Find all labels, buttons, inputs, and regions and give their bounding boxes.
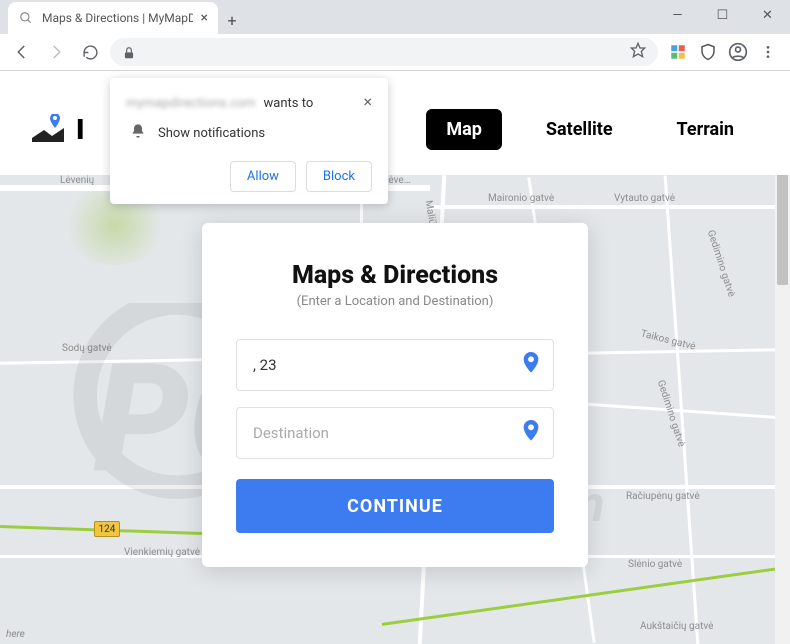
notification-origin: mymapdirections.com [126,96,256,111]
tab-close-icon[interactable]: × [201,10,208,26]
road-label: Lėvenių [60,175,94,186]
notification-wants-label: wants to [264,96,314,111]
address-bar[interactable] [110,38,658,66]
road-label: Vienkiemių gatvė [124,547,200,558]
bell-icon [130,123,146,143]
site-logo[interactable]: I [30,113,84,146]
browser-tab[interactable]: Maps & Directions | MyMapDirec × [8,2,218,34]
bookmark-star-icon[interactable] [630,42,646,62]
profile-avatar-icon[interactable] [728,42,748,62]
road-label: Maironio gatvė [488,193,554,204]
road-label: Aukštaičių gatvė [640,621,713,632]
lock-icon [122,45,136,59]
back-button[interactable] [8,38,36,66]
road-label: Vytauto gatvė [614,193,675,204]
allow-button[interactable]: Allow [230,161,296,192]
browser-toolbar [0,34,790,71]
road-label: Slėnio gatvė [628,559,682,570]
map-view-tabs: Map Satellite Terrain [426,109,754,150]
tab-terrain[interactable]: Terrain [657,109,754,150]
window-minimize-button[interactable]: — [655,0,700,30]
close-icon[interactable]: × [363,92,372,111]
notification-permission-prompt: mymapdirections.com wants to × Show noti… [110,78,388,204]
extension-icon[interactable] [668,42,688,62]
road-label: Sodų gatvė [62,343,112,354]
reload-button[interactable] [76,38,104,66]
location-input[interactable] [236,339,554,391]
window-maximize-button[interactable]: ☐ [700,0,745,30]
window-close-button[interactable]: ✕ [745,0,790,30]
road-label: Gedimino gatvė [705,229,737,299]
tab-title: Maps & Directions | MyMapDirec [42,11,193,25]
map-pin-icon [30,114,66,144]
road-label: Taikos gatvė [640,328,697,352]
map-highway-line [382,567,775,626]
card-subtitle: (Enter a Location and Destination) [236,294,554,309]
map-attribution: here [6,629,25,640]
logo-text: I [76,113,84,146]
menu-dots-icon[interactable] [758,42,778,62]
new-tab-button[interactable]: + [218,6,246,34]
tab-map[interactable]: Map [426,109,502,150]
road-label: Račiupėnų gatvė [626,491,700,502]
location-pin-icon [522,420,540,446]
shield-icon[interactable] [698,42,718,62]
notification-permission-label: Show notifications [158,126,265,141]
directions-card: Maps & Directions (Enter a Location and … [202,223,588,567]
tab-satellite[interactable]: Satellite [526,109,633,150]
card-title: Maps & Directions [236,261,554,290]
location-pin-icon [522,352,540,378]
block-button[interactable]: Block [306,161,372,192]
forward-button[interactable] [42,38,70,66]
search-icon [18,10,34,26]
road-shield-marker: 124 [94,521,120,537]
continue-button[interactable]: CONTINUE [236,479,554,533]
destination-input[interactable] [236,407,554,459]
